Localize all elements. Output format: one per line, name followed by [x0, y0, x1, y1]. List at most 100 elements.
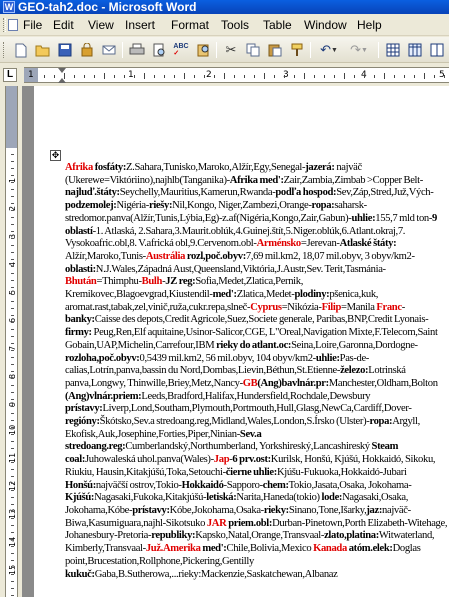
text-run: Tokio,Jasata,Osaka, Jokohama-: [288, 479, 412, 491]
word-app-icon[interactable]: W: [3, 1, 15, 13]
text-run: 155,7 mld ton-: [375, 212, 433, 224]
ruler-tick: [11, 462, 14, 463]
ruler-tick: [124, 75, 125, 78]
document-area: ✥ Afrika fosfáty:Z.Sahara,Tunisko,Maroko…: [22, 86, 449, 597]
ruler-tick: [11, 329, 14, 330]
bold-run: Honšú:: [65, 479, 96, 491]
ruler-tick: [424, 73, 425, 79]
heading-run: Kanada: [313, 543, 349, 555]
text-run: =Thimphu-: [96, 276, 142, 288]
menu-view[interactable]: View: [88, 18, 114, 32]
menu-help[interactable]: Help: [357, 18, 382, 32]
menu-window[interactable]: Window: [304, 18, 347, 32]
ruler-tick: [264, 73, 265, 79]
text-run: Nil,Kongo, Niger,Zambezi,Orange-: [172, 200, 312, 212]
ruler-tick: [11, 399, 14, 400]
bold-run: rozl,poč.obyv:: [186, 250, 246, 262]
bold-run: uhlie:: [315, 352, 340, 364]
text-run: Nagasaki,Fukoka,Kitakjúšú-: [94, 492, 207, 504]
bold-run: zlato,platina:: [324, 530, 379, 542]
research-icon[interactable]: [194, 41, 212, 59]
ruler-tick: [374, 75, 375, 78]
ruler-tick: [344, 73, 345, 79]
bold-run: oblasti:: [65, 263, 96, 275]
ruler-tick: [114, 75, 115, 78]
ruler-tick: [444, 75, 445, 78]
print-preview-icon[interactable]: [150, 41, 168, 59]
document-page[interactable]: ✥ Afrika fosfáty:Z.Sahara,Tunisko,Maroko…: [34, 86, 449, 597]
ruler-tick: [404, 75, 405, 78]
text-run: Juhowaleská uhol.panva(Wales)-: [85, 454, 214, 466]
open-icon[interactable]: [34, 41, 52, 59]
insert-columns-icon[interactable]: [428, 41, 446, 59]
print-icon[interactable]: [128, 41, 146, 59]
cut-icon[interactable]: ✂: [222, 41, 240, 59]
ruler-tick: [11, 497, 14, 498]
format-painter-icon[interactable]: [288, 41, 306, 59]
menu-table[interactable]: Table: [263, 18, 292, 32]
bold-run: jaz:: [366, 504, 383, 516]
bold-run: uhlie:: [351, 212, 376, 224]
bold-run: najluď.štáty:: [65, 187, 120, 199]
ruler-tick: [11, 504, 14, 505]
ruler-tick: [11, 371, 14, 372]
text-run: 7,69 mil.km2, 18,07 mil.obyv, 3 obyv/km2…: [245, 250, 415, 262]
document-icon[interactable]: [8, 19, 18, 31]
ruler-tick: [11, 336, 14, 337]
window-title: GEO-tah2.doc - Microsoft Word: [18, 0, 197, 14]
paste-icon[interactable]: [266, 41, 284, 59]
ruler-tick: [254, 75, 255, 78]
menu-tools[interactable]: Tools: [221, 18, 249, 32]
new-icon[interactable]: [12, 41, 30, 59]
ruler-tick: [11, 273, 14, 274]
bold-run: Atlaské štáty:: [339, 238, 397, 250]
undo-icon[interactable]: ↶ ▼: [316, 41, 342, 59]
bold-run: fosfáty:: [94, 162, 127, 173]
text-run: Manchester,Oldham,Bolton: [328, 377, 438, 389]
email-icon[interactable]: [100, 41, 118, 59]
bold-run: atóm.elek:: [348, 543, 393, 555]
ruler-tick: [334, 75, 335, 78]
ruler-tick: [11, 448, 14, 449]
ruler-tick: [144, 73, 145, 79]
ruler-tick: [11, 322, 14, 323]
heading-run: Bhután: [65, 276, 97, 288]
text-run: Alžír,Maroko,Tunis-: [65, 250, 146, 262]
redo-icon[interactable]: ↷ ▼: [346, 41, 372, 59]
bold-run: Afrika med':: [229, 174, 284, 186]
ruler-tick: [174, 75, 175, 78]
ruler-tick: [11, 161, 14, 162]
toolbar-separator: [310, 42, 311, 58]
menu-file[interactable]: File: [23, 18, 42, 32]
text-run: Liverp,Lond,Southam,Plymouth,Portmouth,H…: [102, 403, 412, 415]
bold-run: plodiny:: [294, 289, 330, 301]
heading-run: Juž.Amerika: [145, 543, 203, 555]
insert-table-icon[interactable]: [406, 41, 424, 59]
ruler-tick: [364, 75, 365, 78]
menu-edit[interactable]: Edit: [53, 18, 74, 32]
text-run: 0,5439 mil.km2, 56 mil.obyv, 104 obyv/km…: [139, 352, 317, 364]
ruler-tick: [104, 73, 105, 79]
copy-icon[interactable]: [244, 41, 262, 59]
text-run: Z.Sahara,Tunisko,Maroko,Alžír,Egy,Senega…: [126, 162, 306, 173]
ruler-tick: [11, 189, 14, 190]
ruler-tick: [11, 385, 14, 386]
menu-insert[interactable]: Insert: [125, 18, 155, 32]
menu-grip-handle[interactable]: [3, 18, 6, 32]
bold-run: rieky:: [263, 504, 289, 516]
menu-format[interactable]: Format: [171, 18, 209, 32]
permission-icon[interactable]: [78, 41, 96, 59]
tab-selector-button[interactable]: L: [3, 68, 17, 82]
tables-borders-icon[interactable]: [384, 41, 402, 59]
spelling-icon[interactable]: ABC ✓: [172, 41, 190, 59]
toolbar-separator: [122, 42, 123, 58]
ruler-tick: [11, 287, 14, 288]
bold-run: chem:: [262, 479, 289, 491]
horizontal-ruler[interactable]: 1 1 2 3 4 5: [24, 67, 449, 83]
toolbar-grip-handle[interactable]: [3, 42, 6, 58]
save-icon[interactable]: [56, 41, 74, 59]
vertical-ruler[interactable]: 1 2 3 4 5 6 7 8 9 10 11 12 13 14 15: [0, 86, 22, 597]
table-move-handle[interactable]: ✥: [50, 150, 61, 161]
document-body-text[interactable]: Afrika fosfáty:Z.Sahara,Tunisko,Maroko,A…: [65, 162, 449, 581]
ruler-tick: [11, 553, 14, 554]
